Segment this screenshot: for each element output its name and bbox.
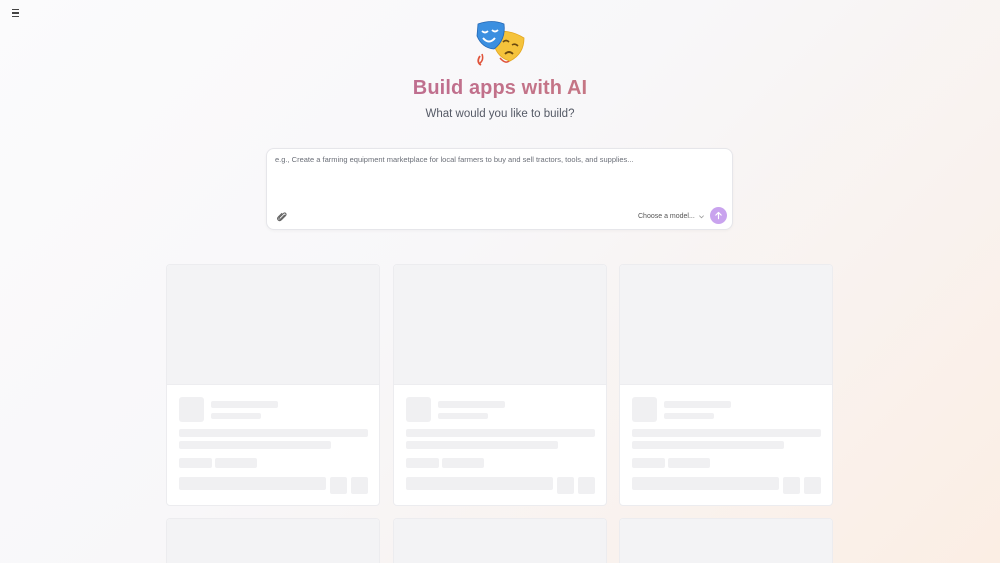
template-card-skeleton	[619, 518, 833, 563]
prompt-input[interactable]	[275, 155, 725, 195]
hamburger-menu-icon	[12, 9, 19, 11]
page-title: Build apps with AI	[0, 77, 1000, 100]
performing-arts-masks-icon	[476, 21, 525, 66]
template-card-skeleton	[619, 264, 833, 506]
menu-button[interactable]	[10, 7, 22, 19]
template-card-skeleton	[393, 264, 607, 506]
card-thumbnail-skeleton	[167, 519, 379, 563]
send-button[interactable]	[710, 207, 727, 224]
prompt-box: Choose a model...	[266, 148, 733, 230]
card-thumbnail-skeleton	[167, 265, 379, 385]
attach-button[interactable]	[276, 210, 288, 222]
card-thumbnail-skeleton	[394, 519, 606, 563]
template-card-skeleton	[166, 264, 380, 506]
arrow-up-icon	[715, 211, 722, 220]
model-select-label: Choose a model...	[638, 212, 695, 220]
page-subtitle: What would you like to build?	[425, 108, 575, 120]
card-thumbnail-skeleton	[394, 265, 606, 385]
model-select[interactable]: Choose a model...	[638, 210, 705, 222]
card-thumbnail-skeleton	[620, 265, 832, 385]
chevron-down-icon	[698, 214, 704, 218]
template-card-skeleton	[166, 518, 380, 563]
template-card-skeleton	[393, 518, 607, 563]
card-thumbnail-skeleton	[620, 519, 832, 563]
paperclip-icon	[277, 212, 287, 222]
